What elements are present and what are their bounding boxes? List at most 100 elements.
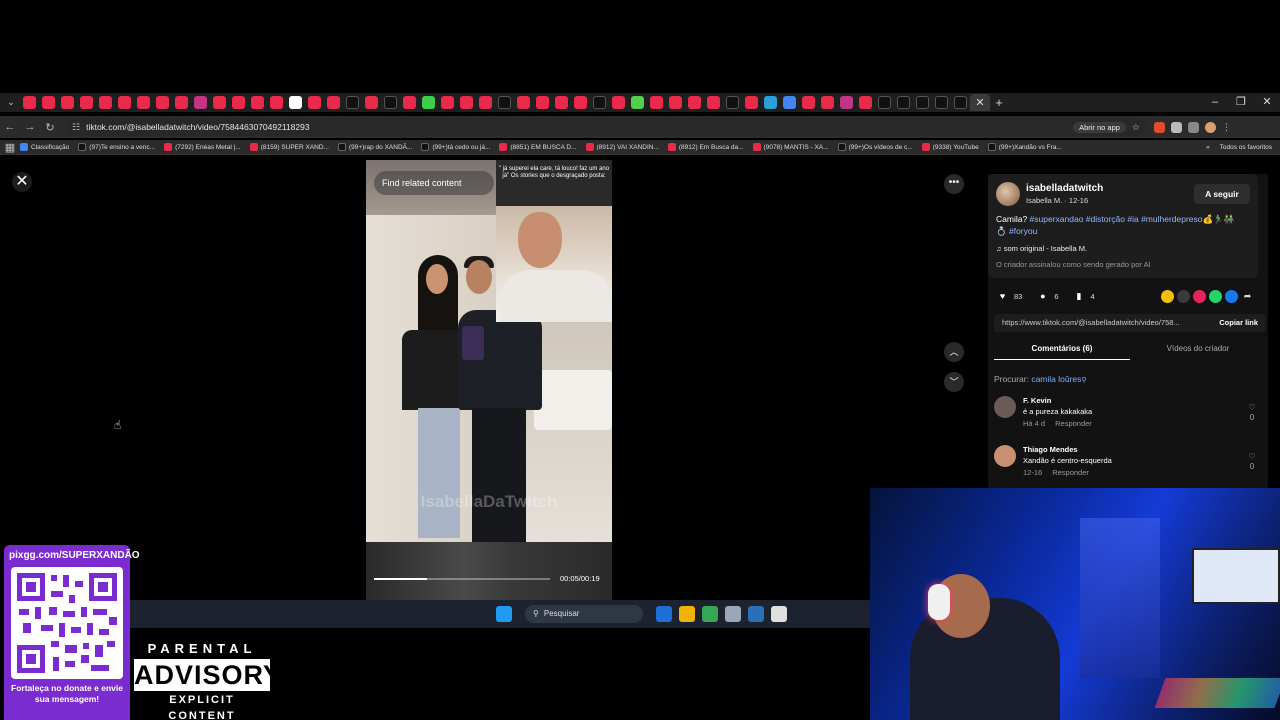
- comment-like[interactable]: ♡ 0: [1246, 452, 1258, 472]
- browser-tab[interactable]: [365, 96, 378, 109]
- browser-tab[interactable]: [422, 96, 435, 109]
- steam-icon[interactable]: [748, 606, 764, 622]
- bookmark-item[interactable]: (9078) MANTIS - XA...: [752, 143, 829, 151]
- bookmark-item[interactable]: (8912) Em Busca da...: [667, 143, 744, 151]
- more-bookmarks-icon[interactable]: »: [1206, 144, 1210, 151]
- app-icon[interactable]: [771, 606, 787, 622]
- profile-avatar-icon[interactable]: [1205, 121, 1216, 133]
- bookmark-star-icon[interactable]: ☆: [1132, 122, 1140, 133]
- browser-tab[interactable]: [764, 96, 777, 109]
- tab-creator-videos[interactable]: Vídeos do criador: [1130, 340, 1266, 360]
- chrome-icon[interactable]: [702, 606, 718, 622]
- browser-tab[interactable]: [726, 96, 739, 109]
- creator-avatar[interactable]: [996, 182, 1020, 206]
- browser-tab[interactable]: [61, 96, 74, 109]
- tab-comments[interactable]: Comentários (6): [994, 340, 1130, 360]
- browser-tab[interactable]: [593, 96, 606, 109]
- browser-tab[interactable]: [669, 96, 682, 109]
- browser-tab[interactable]: [707, 96, 720, 109]
- browser-tab[interactable]: [137, 96, 150, 109]
- comment-avatar[interactable]: [994, 445, 1016, 467]
- bookmark-item[interactable]: (9338) YouTube: [921, 143, 979, 151]
- tab-active-close-icon[interactable]: ✕: [970, 94, 990, 111]
- save-action[interactable]: ▮ 4: [1073, 290, 1095, 303]
- site-settings-icon[interactable]: ☷: [72, 122, 80, 133]
- bookmark-item[interactable]: (99+)tá cedo ou já...: [421, 143, 490, 151]
- url-field[interactable]: ☷ tiktok.com/@isabelladatwitch/video/758…: [66, 118, 1146, 136]
- browser-tab[interactable]: [80, 96, 93, 109]
- media-control-icon[interactable]: [1188, 121, 1199, 133]
- share-arrow-icon[interactable]: ➦: [1241, 290, 1254, 303]
- like-action[interactable]: ♥ 83: [996, 290, 1023, 303]
- all-bookmarks-folder[interactable]: Todos os favoritos: [1220, 144, 1272, 151]
- browser-tab[interactable]: [99, 96, 112, 109]
- embed-icon[interactable]: [1177, 289, 1190, 303]
- browser-tab[interactable]: [251, 96, 264, 109]
- comment-avatar[interactable]: [994, 396, 1016, 418]
- browser-tab[interactable]: [555, 96, 568, 109]
- caption-hashtags[interactable]: #superxandao #distorção #ia #mulherdepre…: [996, 214, 1234, 236]
- copy-link-button[interactable]: Copiar link: [1219, 314, 1258, 332]
- browser-tab[interactable]: [783, 96, 796, 109]
- bookmark-item[interactable]: Classificação: [20, 143, 69, 151]
- browser-tab[interactable]: [688, 96, 701, 109]
- browser-tab[interactable]: [897, 96, 910, 109]
- sound-link[interactable]: ♫ som original - Isabella M.: [996, 244, 1087, 253]
- facebook-icon[interactable]: [1225, 289, 1238, 303]
- open-in-app-button[interactable]: Abrir no app: [1073, 121, 1126, 133]
- bookmark-item[interactable]: (8851) EM BUSCA D...: [499, 143, 577, 151]
- next-video-icon[interactable]: ﹀: [944, 372, 964, 392]
- browser-tab[interactable]: [232, 96, 245, 109]
- browser-tab[interactable]: [954, 96, 967, 109]
- browser-tab[interactable]: [403, 96, 416, 109]
- tab-search-dropdown-icon[interactable]: ⌄: [2, 94, 20, 112]
- creator-username[interactable]: isabelladatwitch: [1026, 183, 1103, 194]
- extensions-puzzle-icon[interactable]: [1171, 121, 1182, 133]
- browser-tab[interactable]: [346, 96, 359, 109]
- browser-tab[interactable]: [935, 96, 948, 109]
- browser-tab[interactable]: [574, 96, 587, 109]
- reply-button[interactable]: Responder: [1055, 419, 1092, 428]
- browser-tab[interactable]: [213, 96, 226, 109]
- settings-icon[interactable]: [725, 606, 741, 622]
- bookmark-item[interactable]: (99+)Xandão vs Fra...: [987, 143, 1062, 151]
- browser-tab[interactable]: [23, 96, 36, 109]
- previous-video-icon[interactable]: ︿: [944, 342, 964, 362]
- coin-icon[interactable]: [1161, 289, 1174, 303]
- extension-icon[interactable]: [1154, 121, 1165, 133]
- browser-tab[interactable]: [308, 96, 321, 109]
- video-link[interactable]: https://www.tiktok.com/@isabelladatwitch…: [1002, 318, 1180, 327]
- file-explorer-icon[interactable]: [679, 606, 695, 622]
- task-view-icon[interactable]: [656, 606, 672, 622]
- maximize-icon[interactable]: ❐: [1228, 93, 1254, 112]
- bookmark-item[interactable]: (97)Te ensino a venc...: [78, 143, 155, 151]
- comment-author[interactable]: F. Kevin: [1023, 396, 1051, 405]
- browser-tab[interactable]: [536, 96, 549, 109]
- browser-tab[interactable]: [175, 96, 188, 109]
- browser-tab[interactable]: [194, 96, 207, 109]
- browser-tab[interactable]: [745, 96, 758, 109]
- window-close-icon[interactable]: ✕: [1254, 93, 1280, 112]
- video-player[interactable]: " já superei ela care, tá louco! faz um …: [366, 160, 612, 600]
- browser-tab[interactable]: [460, 96, 473, 109]
- bookmark-item[interactable]: (7292) Enéas Metal |...: [164, 143, 241, 151]
- taskbar-search[interactable]: ⚲ Pesquisar: [525, 605, 643, 623]
- search-term-link[interactable]: camila loûres: [1031, 374, 1081, 384]
- browser-tab[interactable]: [650, 96, 663, 109]
- bookmark-item[interactable]: (99+)rap do XANDÃ...: [337, 143, 412, 151]
- bookmark-item[interactable]: (8912) VAI XANDIN...: [585, 143, 659, 151]
- browser-tab[interactable]: [156, 96, 169, 109]
- browser-tab[interactable]: [42, 96, 55, 109]
- browser-tab[interactable]: [289, 96, 302, 109]
- bookmark-item[interactable]: (8159) SUPER XAND...: [249, 143, 329, 151]
- windows-start-icon[interactable]: [496, 606, 512, 622]
- comment-author[interactable]: Thiago Mendes: [1023, 445, 1078, 454]
- find-related-content-button[interactable]: Find related content: [374, 171, 494, 195]
- browser-tab[interactable]: [878, 96, 891, 109]
- menu-kebab-icon[interactable]: ⋮: [1222, 122, 1233, 133]
- browser-tab[interactable]: [118, 96, 131, 109]
- video-progress-bar[interactable]: [374, 578, 550, 580]
- bookmark-item[interactable]: (99+)Os vídeos de c...: [837, 143, 913, 151]
- apps-grid-icon[interactable]: ▦: [0, 141, 20, 154]
- browser-tab[interactable]: [517, 96, 530, 109]
